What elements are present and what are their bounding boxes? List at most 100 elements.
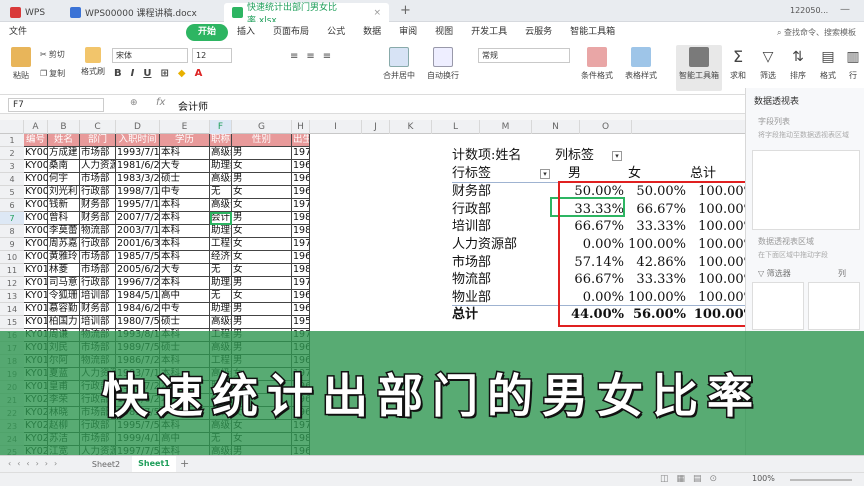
- table-cell[interactable]: 桑南: [48, 160, 80, 173]
- table-cell[interactable]: 1979/5/21: [292, 238, 310, 251]
- table-cell[interactable]: 工程师: [210, 238, 232, 251]
- menu-data[interactable]: 数据: [354, 24, 390, 41]
- table-cell[interactable]: 女: [232, 290, 292, 303]
- column-header-n[interactable]: N: [532, 120, 580, 134]
- pivot-row-dept[interactable]: 物业部: [452, 289, 491, 306]
- align-top-icon[interactable]: ≡: [290, 51, 298, 62]
- formula-input[interactable]: 会计师: [178, 98, 208, 113]
- menu-developer[interactable]: 开发工具: [462, 24, 516, 41]
- table-cell[interactable]: 令狐珊: [48, 290, 80, 303]
- format-button[interactable]: ▤ 格式: [814, 45, 842, 81]
- table-cell[interactable]: 经济师: [210, 251, 232, 264]
- row-col-button[interactable]: ▥ 行: [842, 45, 864, 81]
- select-all-corner[interactable]: [0, 120, 24, 134]
- table-cell[interactable]: 大专: [160, 264, 210, 277]
- sheet-tab-sheet1[interactable]: Sheet1: [132, 456, 176, 472]
- table-style-button[interactable]: 表格样式: [622, 45, 660, 81]
- sheet-nav-arrows[interactable]: ‹‹‹›››: [8, 459, 63, 468]
- menu-formulas[interactable]: 公式: [318, 24, 354, 41]
- align-middle-icon[interactable]: ≡: [306, 51, 314, 62]
- column-header-j[interactable]: J: [362, 120, 390, 134]
- table-cell[interactable]: 大专: [160, 160, 210, 173]
- table-cell[interactable]: 曾科: [48, 212, 80, 225]
- row-header[interactable]: 10: [0, 251, 24, 264]
- table-cell[interactable]: 男: [232, 147, 292, 160]
- table-cell[interactable]: 何宇: [48, 173, 80, 186]
- column-drop-area[interactable]: [808, 282, 860, 330]
- table-cell[interactable]: 1964/8/5: [292, 173, 310, 186]
- smart-tools-button[interactable]: 智能工具箱: [676, 45, 722, 91]
- table-cell[interactable]: 司马意: [48, 277, 80, 290]
- header-cell[interactable]: 职称: [210, 134, 232, 147]
- menu-home[interactable]: 开始: [186, 24, 229, 41]
- table-cell[interactable]: 1957/3/13: [292, 316, 310, 329]
- row-header[interactable]: 3: [0, 160, 24, 173]
- row-header[interactable]: 6: [0, 199, 24, 212]
- column-header-b[interactable]: B: [48, 120, 80, 134]
- table-cell[interactable]: 市场部: [80, 251, 116, 264]
- column-header-o[interactable]: O: [580, 120, 632, 134]
- table-cell[interactable]: 慕容勤: [48, 303, 80, 316]
- italic-icon[interactable]: I: [131, 68, 135, 79]
- table-cell[interactable]: KY003: [24, 173, 48, 186]
- bold-icon[interactable]: B: [114, 68, 122, 79]
- table-cell[interactable]: 1995/7/1: [116, 199, 160, 212]
- header-cell[interactable]: 性别: [232, 134, 292, 147]
- row-header[interactable]: 4: [0, 173, 24, 186]
- row-header[interactable]: 8: [0, 225, 24, 238]
- pivot-row-dept[interactable]: 人力资源部: [452, 236, 517, 253]
- table-cell[interactable]: 市场部: [80, 147, 116, 160]
- format-painter-button[interactable]: 格式刷: [74, 45, 112, 77]
- table-cell[interactable]: 助理会计师: [210, 225, 232, 238]
- table-cell[interactable]: 培训部: [80, 316, 116, 329]
- zoom-slider[interactable]: [790, 479, 852, 481]
- row-filter-dropdown-icon[interactable]: ▾: [540, 168, 550, 179]
- row-header[interactable]: 11: [0, 264, 24, 277]
- table-cell[interactable]: 1985/7/5: [116, 251, 160, 264]
- table-cell[interactable]: 财务部: [80, 212, 116, 225]
- filter-drop-area[interactable]: [752, 282, 804, 330]
- table-cell[interactable]: KY001: [24, 147, 48, 160]
- table-cell[interactable]: 行政部: [80, 277, 116, 290]
- table-cell[interactable]: 2007/7/20: [116, 212, 160, 225]
- table-cell[interactable]: 黄雅玲: [48, 251, 80, 264]
- table-cell[interactable]: 人力资源部: [80, 160, 116, 173]
- table-cell[interactable]: 本科: [160, 277, 210, 290]
- column-header-a[interactable]: A: [24, 120, 48, 134]
- tab-document[interactable]: WPS00000 课程讲稿.docx: [62, 3, 222, 22]
- table-cell[interactable]: 本科: [160, 238, 210, 251]
- table-cell[interactable]: 高中: [160, 290, 210, 303]
- font-color-icon[interactable]: A: [195, 68, 203, 79]
- column-header-l[interactable]: L: [432, 120, 480, 134]
- underline-icon[interactable]: U: [143, 68, 151, 79]
- table-cell[interactable]: KY006: [24, 212, 48, 225]
- table-cell[interactable]: 钱新: [48, 199, 80, 212]
- row-header[interactable]: 2: [0, 147, 24, 160]
- table-cell[interactable]: 中专: [160, 186, 210, 199]
- table-cell[interactable]: 1973/9/23: [292, 277, 310, 290]
- table-cell[interactable]: 财务部: [80, 303, 116, 316]
- table-cell[interactable]: KY005: [24, 199, 48, 212]
- table-cell[interactable]: 女: [232, 160, 292, 173]
- table-cell[interactable]: 无: [210, 186, 232, 199]
- row-header[interactable]: 1: [0, 134, 24, 147]
- table-cell[interactable]: KY011: [24, 277, 48, 290]
- font-size-select[interactable]: 12: [192, 48, 232, 63]
- field-list-box[interactable]: [752, 150, 860, 230]
- header-cell[interactable]: 编号: [24, 134, 48, 147]
- table-cell[interactable]: 行政部: [80, 238, 116, 251]
- header-cell[interactable]: 部门: [80, 134, 116, 147]
- table-cell[interactable]: 方成建: [48, 147, 80, 160]
- table-cell[interactable]: 高级会计师: [210, 199, 232, 212]
- row-header[interactable]: 5: [0, 186, 24, 199]
- name-box[interactable]: F7: [8, 98, 104, 112]
- table-cell[interactable]: 无: [210, 290, 232, 303]
- cut-button[interactable]: ✂ 剪切: [40, 49, 65, 60]
- account-label[interactable]: 122050...: [790, 6, 828, 15]
- header-cell[interactable]: 学历: [160, 134, 210, 147]
- pivot-row-dept[interactable]: 财务部: [452, 183, 491, 200]
- table-cell[interactable]: 1962/11/4: [292, 160, 310, 173]
- menu-insert[interactable]: 插入: [228, 24, 264, 41]
- table-cell[interactable]: 男: [232, 303, 292, 316]
- pivot-title[interactable]: 计数项:姓名: [452, 147, 521, 164]
